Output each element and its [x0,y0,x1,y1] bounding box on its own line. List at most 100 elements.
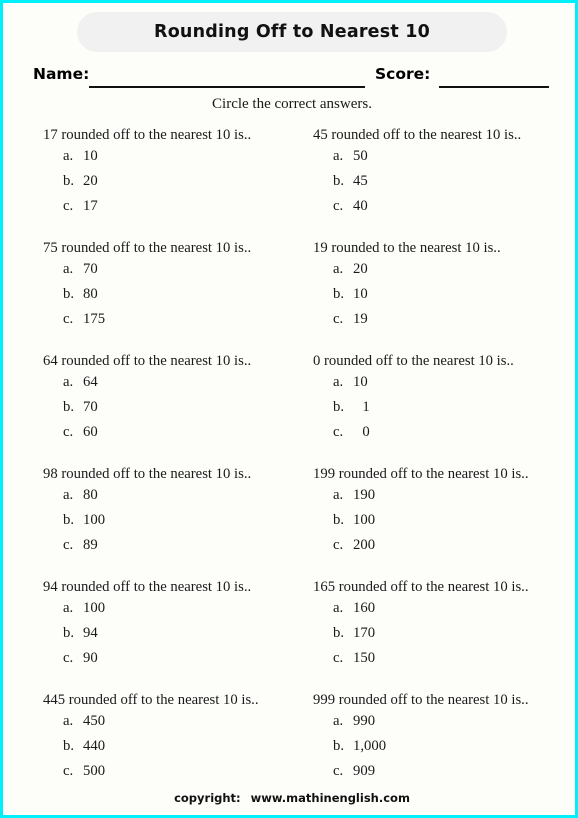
option-value[interactable]: 70 [83,257,141,282]
option-item[interactable]: b. 45 [313,169,571,194]
option-value[interactable]: 160 [353,596,411,621]
option-value[interactable]: 80 [83,282,141,307]
option-item[interactable]: a. 80 [43,483,301,508]
option-value[interactable]: 19 [353,307,411,332]
option-item[interactable]: c. 17 [43,194,301,219]
option-item[interactable]: a. 64 [43,370,301,395]
option-letter: c. [333,649,344,666]
option-letter: c. [333,762,344,779]
option-value[interactable]: 1,000 [353,734,411,759]
option-value[interactable]: 45 [353,169,411,194]
option-value[interactable]: 10 [83,144,141,169]
option-item[interactable]: c. 175 [43,307,301,332]
option-letter: c. [63,536,74,553]
option-value[interactable]: 200 [353,533,411,558]
option-value[interactable]: 50 [353,144,411,169]
option-item[interactable]: a. 10 [313,370,571,395]
option-item[interactable]: c. 19 [313,307,571,332]
option-letter: a. [333,713,344,729]
option-value[interactable]: 0 [353,420,379,445]
question-stem: 45 rounded off to the nearest 10 is.. [313,127,522,143]
option-letter: a. [63,487,74,503]
option-letter: c. [333,536,344,553]
option-value[interactable]: 64 [83,370,141,395]
option-letter: a. [333,600,344,616]
option-item[interactable]: b. 100 [313,508,571,533]
option-value[interactable]: 170 [353,621,411,646]
option-item[interactable]: b. 20 [43,169,301,194]
option-value[interactable]: 100 [353,508,411,533]
option-letter: c. [63,197,74,214]
option-value[interactable]: 90 [83,646,141,671]
option-item[interactable]: b. 170 [313,621,571,646]
option-item[interactable]: c. 90 [43,646,301,671]
option-item[interactable]: c. 60 [43,420,301,445]
option-item[interactable]: b. 100 [43,508,301,533]
name-input-line[interactable] [89,86,365,88]
option-value[interactable]: 89 [83,533,141,558]
option-list: a. 990 b. 1,000 c. 909 [313,709,571,783]
option-value[interactable]: 20 [83,169,141,194]
option-value[interactable]: 450 [83,709,141,734]
option-item[interactable]: b. 1,000 [313,734,571,759]
option-list: a. 10 b. 1 c. 0 [313,370,571,444]
website-url: www.mathinenglish.com [250,791,410,805]
option-value[interactable]: 70 [83,395,141,420]
option-value[interactable]: 10 [353,370,411,395]
option-item[interactable]: a. 990 [313,709,571,734]
option-item[interactable]: a. 10 [43,144,301,169]
option-item[interactable]: b. 10 [313,282,571,307]
option-value[interactable]: 500 [83,759,141,784]
option-value[interactable]: 60 [83,420,141,445]
option-letter: c. [63,423,74,440]
option-value[interactable]: 20 [353,257,411,282]
option-item[interactable]: c. 40 [313,194,571,219]
option-item[interactable]: c. 200 [313,533,571,558]
option-value[interactable]: 10 [353,282,411,307]
option-value[interactable]: 100 [83,508,141,533]
option-item[interactable]: a. 160 [313,596,571,621]
name-score-row: Name: Score: [3,63,575,89]
option-item[interactable]: a. 70 [43,257,301,282]
option-item[interactable]: a. 50 [313,144,571,169]
option-value[interactable]: 909 [353,759,411,784]
option-list: a. 190 b. 100 c. 200 [313,483,571,557]
option-item[interactable]: a. 450 [43,709,301,734]
option-letter: b. [333,398,345,415]
option-letter: c. [63,649,74,666]
option-value[interactable]: 190 [353,483,411,508]
option-letter: b. [333,737,345,754]
option-value[interactable]: 17 [83,194,141,219]
option-item[interactable]: a. 190 [313,483,571,508]
score-input-line[interactable] [439,86,549,88]
question-block: 19 rounded to the nearest 10 is.. a. 20 b. 1… [313,240,571,353]
question-block: 199 rounded off to the nearest 10 is.. a.… [313,466,571,579]
option-item[interactable]: b. 440 [43,734,301,759]
option-item[interactable]: b. 70 [43,395,301,420]
option-item[interactable]: c. 500 [43,759,301,784]
option-item[interactable]: c. 909 [313,759,571,784]
option-value[interactable]: 150 [353,646,411,671]
option-item[interactable]: a. 20 [313,257,571,282]
score-label: Score: [375,65,431,83]
option-value[interactable]: 40 [353,194,411,219]
option-value[interactable]: 440 [83,734,141,759]
option-item[interactable]: c. 150 [313,646,571,671]
option-value[interactable]: 80 [83,483,141,508]
option-value[interactable]: 94 [83,621,141,646]
option-letter: a. [333,148,344,164]
option-item[interactable]: b. 80 [43,282,301,307]
option-letter: b. [63,398,75,415]
option-value[interactable]: 1 [353,395,379,420]
copyright-label: copyright: [174,791,241,805]
option-value[interactable]: 175 [83,307,141,332]
option-item[interactable]: b. 94 [43,621,301,646]
option-value[interactable]: 990 [353,709,411,734]
question-stem: 64 rounded off to the nearest 10 is.. [43,353,252,369]
footer: copyright: www.mathinenglish.com [3,791,575,805]
option-value[interactable]: 100 [83,596,141,621]
option-item[interactable]: b. 1 [313,395,571,420]
option-item[interactable]: c. 0 [313,420,571,445]
option-item[interactable]: a. 100 [43,596,301,621]
option-item[interactable]: c. 89 [43,533,301,558]
